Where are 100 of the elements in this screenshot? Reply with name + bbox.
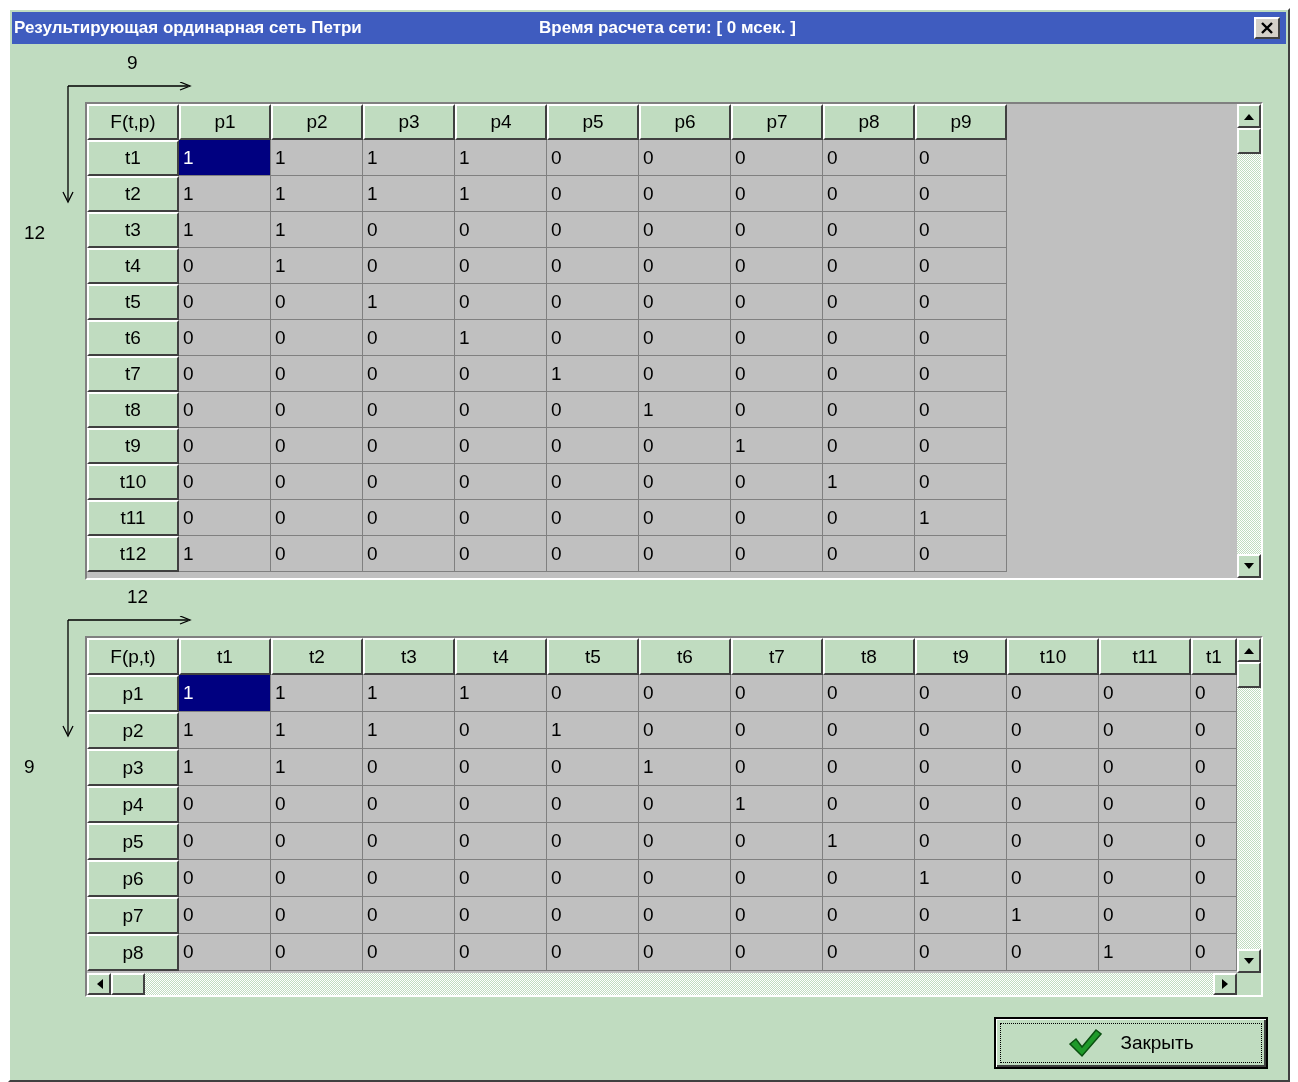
table-cell[interactable]: 0 xyxy=(547,176,639,212)
table-cell[interactable]: 0 xyxy=(179,823,271,860)
table-cell[interactable]: 0 xyxy=(731,356,823,392)
table-cell[interactable]: 0 xyxy=(731,934,823,971)
table-cell[interactable]: 0 xyxy=(1191,749,1237,786)
table-cell[interactable]: 1 xyxy=(179,675,271,712)
table-cell[interactable]: 1 xyxy=(547,712,639,749)
table-cell[interactable]: 0 xyxy=(547,428,639,464)
table-cell[interactable]: 0 xyxy=(271,536,363,572)
table-cell[interactable]: 0 xyxy=(731,823,823,860)
table-cell[interactable]: 1 xyxy=(639,392,731,428)
table-cell[interactable]: 1 xyxy=(731,428,823,464)
table-cell[interactable]: 0 xyxy=(455,897,547,934)
table-cell[interactable]: 0 xyxy=(731,500,823,536)
table-cell[interactable]: 0 xyxy=(363,248,455,284)
table-cell[interactable]: 0 xyxy=(455,934,547,971)
table-cell[interactable]: 1 xyxy=(547,356,639,392)
scroll-up-button[interactable] xyxy=(1237,638,1261,662)
table-cell[interactable]: 0 xyxy=(363,823,455,860)
table-cell[interactable]: 0 xyxy=(1099,749,1191,786)
table-cell[interactable]: 0 xyxy=(1191,934,1237,971)
close-button[interactable] xyxy=(1254,17,1280,39)
table-cell[interactable]: 0 xyxy=(823,176,915,212)
table-cell[interactable]: 0 xyxy=(639,140,731,176)
table-cell[interactable]: 0 xyxy=(731,392,823,428)
table-cell[interactable]: 0 xyxy=(823,860,915,897)
table-cell[interactable]: 0 xyxy=(363,786,455,823)
table-cell[interactable]: 0 xyxy=(271,356,363,392)
table-cell[interactable]: 0 xyxy=(915,786,1007,823)
table-cell[interactable]: 1 xyxy=(179,536,271,572)
table-cell[interactable]: 0 xyxy=(639,356,731,392)
table-cell[interactable]: 1 xyxy=(915,500,1007,536)
table-cell[interactable]: 0 xyxy=(455,860,547,897)
table-cell[interactable]: 1 xyxy=(731,786,823,823)
table-cell[interactable]: 1 xyxy=(823,464,915,500)
table-cell[interactable]: 0 xyxy=(823,897,915,934)
table-cell[interactable]: 0 xyxy=(179,500,271,536)
table-cell[interactable]: 0 xyxy=(547,464,639,500)
table-cell[interactable]: 0 xyxy=(823,392,915,428)
table-cell[interactable]: 1 xyxy=(179,212,271,248)
table-cell[interactable]: 0 xyxy=(639,464,731,500)
table-cell[interactable]: 0 xyxy=(455,248,547,284)
table-cell[interactable]: 0 xyxy=(731,712,823,749)
table-cell[interactable]: 0 xyxy=(271,464,363,500)
table-cell[interactable]: 0 xyxy=(1007,786,1099,823)
table-cell[interactable]: 0 xyxy=(1007,675,1099,712)
table-cell[interactable]: 0 xyxy=(271,500,363,536)
table-cell[interactable]: 0 xyxy=(1099,675,1191,712)
table-cell[interactable]: 0 xyxy=(363,320,455,356)
table-cell[interactable]: 0 xyxy=(731,248,823,284)
table-cell[interactable]: 1 xyxy=(455,675,547,712)
table-cell[interactable]: 0 xyxy=(271,823,363,860)
table-cell[interactable]: 0 xyxy=(1099,823,1191,860)
table-cell[interactable]: 0 xyxy=(731,284,823,320)
table-cell[interactable]: 0 xyxy=(1099,712,1191,749)
table-cell[interactable]: 0 xyxy=(179,897,271,934)
scroll-thumb[interactable] xyxy=(1237,128,1261,154)
table-cell[interactable]: 1 xyxy=(455,140,547,176)
table-cell[interactable]: 0 xyxy=(1191,860,1237,897)
table-cell[interactable]: 0 xyxy=(639,284,731,320)
table-cell[interactable]: 0 xyxy=(639,786,731,823)
table-cell[interactable]: 0 xyxy=(455,464,547,500)
table-cell[interactable]: 0 xyxy=(363,860,455,897)
table-cell[interactable]: 0 xyxy=(547,823,639,860)
table-cell[interactable]: 1 xyxy=(455,320,547,356)
table-cell[interactable]: 0 xyxy=(271,897,363,934)
table-cell[interactable]: 0 xyxy=(271,284,363,320)
table-cell[interactable]: 0 xyxy=(455,712,547,749)
table-cell[interactable]: 0 xyxy=(731,749,823,786)
table-cell[interactable]: 0 xyxy=(915,176,1007,212)
table-cell[interactable]: 0 xyxy=(547,786,639,823)
table-cell[interactable]: 0 xyxy=(271,428,363,464)
scroll-thumb[interactable] xyxy=(111,973,145,995)
table-cell[interactable]: 1 xyxy=(915,860,1007,897)
table-cell[interactable]: 0 xyxy=(915,897,1007,934)
table-cell[interactable]: 0 xyxy=(639,500,731,536)
table-cell[interactable]: 0 xyxy=(363,428,455,464)
table-cell[interactable]: 0 xyxy=(823,428,915,464)
table-cell[interactable]: 0 xyxy=(179,284,271,320)
table-cell[interactable]: 0 xyxy=(639,536,731,572)
table-cell[interactable]: 0 xyxy=(271,392,363,428)
table-cell[interactable]: 0 xyxy=(271,934,363,971)
table-cell[interactable]: 1 xyxy=(639,749,731,786)
table-cell[interactable]: 0 xyxy=(1007,749,1099,786)
table-cell[interactable]: 0 xyxy=(731,464,823,500)
table-cell[interactable]: 0 xyxy=(915,536,1007,572)
table-cell[interactable]: 1 xyxy=(179,749,271,786)
table-cell[interactable]: 0 xyxy=(455,536,547,572)
table-cell[interactable]: 0 xyxy=(823,248,915,284)
table-cell[interactable]: 0 xyxy=(639,823,731,860)
table-cell[interactable]: 0 xyxy=(823,536,915,572)
table-cell[interactable]: 0 xyxy=(363,392,455,428)
table-cell[interactable]: 0 xyxy=(915,356,1007,392)
table-cell[interactable]: 1 xyxy=(363,140,455,176)
table-cell[interactable]: 0 xyxy=(823,749,915,786)
table-cell[interactable]: 0 xyxy=(1007,860,1099,897)
scroll-up-button[interactable] xyxy=(1237,104,1261,128)
table-cell[interactable]: 0 xyxy=(455,212,547,248)
scroll-down-button[interactable] xyxy=(1237,554,1261,578)
table-cell[interactable]: 1 xyxy=(179,176,271,212)
